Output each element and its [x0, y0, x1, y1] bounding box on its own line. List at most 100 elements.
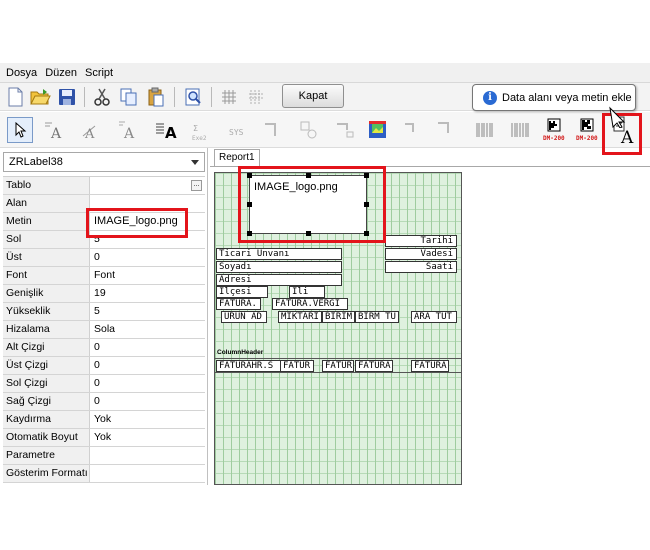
field-saati[interactable]: Saati — [385, 261, 457, 273]
property-row[interactable]: Üst Çizgi 0 — [3, 357, 205, 375]
property-row[interactable]: Otomatik Boyut Yok — [3, 429, 205, 447]
save-icon[interactable] — [55, 85, 79, 109]
ellipsis-button[interactable]: ... — [191, 180, 202, 191]
field-ili[interactable]: İli — [289, 286, 325, 298]
property-value[interactable]: Yok — [90, 411, 205, 428]
grid-icon[interactable] — [217, 85, 241, 109]
new-file-icon[interactable] — [3, 85, 27, 109]
menu-script[interactable]: Script — [83, 67, 119, 79]
detail-fatura-2[interactable]: FATURA — [411, 360, 449, 372]
rich-text-icon[interactable]: A — [153, 117, 179, 143]
rotated-label-icon[interactable]: A — [77, 117, 103, 143]
detail-fatura[interactable]: FATURA — [355, 360, 393, 372]
field-ilcesi[interactable]: İlçesi — [216, 286, 268, 298]
property-row[interactable]: Alt Çizgi 0 — [3, 339, 205, 357]
property-name: Üst Çizgi — [3, 357, 90, 374]
open-folder-icon[interactable] — [28, 85, 52, 109]
field-fatura[interactable]: FATURA. — [216, 298, 261, 310]
property-name: Sol — [3, 231, 90, 248]
system-data-icon[interactable]: SYS — [226, 117, 252, 143]
header-urun-adi[interactable]: ÜRÜN AD — [221, 311, 267, 323]
snap-grid-icon[interactable] — [244, 85, 268, 109]
property-name: Genişlik — [3, 285, 90, 302]
datamatrix-icon[interactable]: DM-200 — [542, 117, 568, 143]
property-name: Sol Çizgi — [3, 375, 90, 392]
property-row[interactable]: Sağ Çizgi 0 — [3, 393, 205, 411]
property-row[interactable]: Parametre — [3, 447, 205, 465]
menu-duzen[interactable]: Düzen — [43, 67, 83, 79]
tab-report1[interactable]: Report1 — [214, 149, 260, 166]
field-adresi[interactable]: Adresi — [216, 274, 342, 286]
info-icon: i — [483, 90, 497, 105]
cut-icon[interactable] — [90, 85, 114, 109]
preview-icon[interactable] — [181, 85, 205, 109]
header-miktari[interactable]: MİKTARI — [278, 311, 322, 323]
property-name: Gösterim Formatı — [3, 465, 90, 482]
label-tool-icon[interactable]: A — [41, 117, 67, 143]
property-value[interactable]: 0 — [90, 357, 205, 374]
detail-fatur-2[interactable]: FATUR — [322, 360, 354, 372]
property-value[interactable]: 0 — [90, 249, 205, 266]
property-value[interactable] — [90, 447, 205, 464]
property-value[interactable]: 0 — [90, 375, 205, 392]
frame-tool-icon[interactable] — [260, 117, 286, 143]
property-name: Hizalama — [3, 321, 90, 338]
property-value[interactable]: 19 — [90, 285, 205, 302]
barcode-2-icon[interactable] — [507, 117, 533, 143]
property-row[interactable]: Genişlik 19 — [3, 285, 205, 303]
band-divider — [215, 358, 461, 359]
field-ticari-unvani[interactable]: Ticari Unvanı — [216, 248, 342, 260]
close-button[interactable]: Kapat — [282, 84, 344, 108]
property-name: Sağ Çizgi — [3, 393, 90, 410]
header-birim-tutar[interactable]: BİRM TU — [355, 311, 399, 323]
field-soyadi[interactable]: Soyadı — [216, 261, 342, 273]
shape-tool-icon[interactable] — [296, 117, 322, 143]
property-row[interactable]: Sol Çizgi 0 — [3, 375, 205, 393]
panel-divider[interactable] — [207, 148, 208, 485]
property-row[interactable]: Kaydırma Yok — [3, 411, 205, 429]
line-tool-icon[interactable] — [332, 117, 358, 143]
property-name: Alan — [3, 195, 90, 212]
copy-icon[interactable] — [117, 85, 141, 109]
component-selector[interactable]: ZRLabel38 — [3, 152, 205, 172]
property-name: Alt Çizgi — [3, 339, 90, 356]
field-fatura-vergi[interactable]: FATURA.VERGİ — [272, 298, 348, 310]
svg-text:A: A — [50, 126, 62, 142]
property-value[interactable]: 5 — [90, 303, 205, 320]
property-row[interactable]: Üst 0 — [3, 249, 205, 267]
subreport-icon[interactable] — [398, 117, 424, 143]
db-label-icon[interactable]: A — [114, 117, 140, 143]
property-value[interactable]: 0 — [90, 393, 205, 410]
property-value[interactable] — [90, 465, 205, 482]
svg-text:DM-200: DM-200 — [543, 135, 565, 142]
svg-text:Exe2: Exe2 — [192, 135, 207, 142]
property-value[interactable]: Font — [90, 267, 205, 284]
band-tool-icon[interactable] — [432, 117, 458, 143]
field-vadesi[interactable]: Vadesi — [385, 248, 457, 260]
detail-fatur[interactable]: FATUR — [280, 360, 314, 372]
property-value[interactable]: 0 — [90, 339, 205, 356]
property-row[interactable]: Tablo... — [3, 177, 205, 195]
select-pointer-icon[interactable] — [7, 117, 33, 143]
property-value[interactable]: Sola — [90, 321, 205, 338]
property-value[interactable]: Yok — [90, 429, 205, 446]
designer-empty-area — [462, 172, 650, 485]
paste-icon[interactable] — [144, 85, 168, 109]
property-row[interactable]: Font Font — [3, 267, 205, 285]
property-value[interactable] — [90, 177, 205, 194]
menu-dosya[interactable]: Dosya — [4, 67, 43, 79]
property-row[interactable]: Hizalama Sola — [3, 321, 205, 339]
header-birimi[interactable]: BİRİM — [322, 311, 355, 323]
datamatrix-2-icon[interactable]: DM-200 — [575, 117, 601, 143]
property-row[interactable]: Gösterim Formatı — [3, 465, 205, 483]
barcode-icon[interactable] — [472, 117, 498, 143]
image-tool-icon[interactable] — [365, 117, 391, 143]
header-ara-tutar[interactable]: ARA TUT — [411, 311, 457, 323]
detail-faturahr[interactable]: FATURAHR.S — [216, 360, 282, 372]
band-label-column-header: ColumnHeader — [217, 349, 264, 356]
svg-text:Σ: Σ — [193, 124, 198, 133]
property-row[interactable]: Yükseklik 5 — [3, 303, 205, 321]
property-name: Font — [3, 267, 90, 284]
field-tarihi[interactable]: Tarihi — [385, 235, 457, 247]
expression-icon[interactable]: Σ Exe2 — [190, 117, 216, 143]
